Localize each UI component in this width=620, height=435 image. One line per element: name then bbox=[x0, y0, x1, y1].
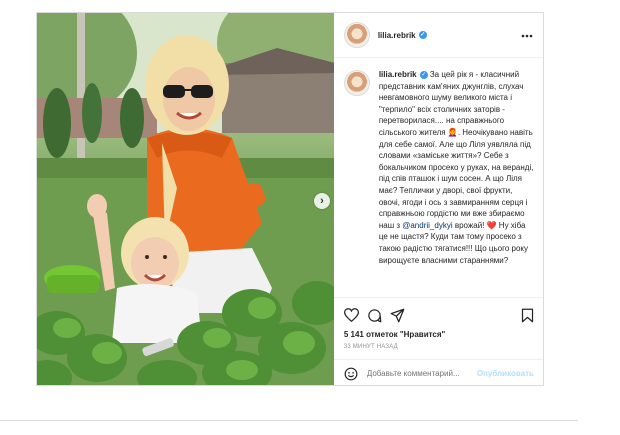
caption: lilia.rebrik ✓ За цей рік я - класичний п… bbox=[343, 69, 534, 266]
instagram-post: › lilia.rebrik ✓ lilia.rebrik ✓ За цей рік… bbox=[36, 12, 544, 386]
post-actions: 5 141 отметок "Нравится" 33 МИНУТ НАЗАД bbox=[333, 297, 543, 350]
avatar[interactable] bbox=[343, 22, 370, 48]
post-header: lilia.rebrik ✓ bbox=[333, 13, 543, 58]
publish-comment-button[interactable]: Опубликовать bbox=[477, 369, 534, 378]
more-options-icon[interactable] bbox=[521, 29, 533, 41]
smile-icon[interactable] bbox=[344, 367, 358, 381]
next-photo-arrow-icon[interactable]: › bbox=[314, 193, 330, 209]
post-side-panel: lilia.rebrik ✓ lilia.rebrik ✓ За цей рік я… bbox=[333, 13, 543, 385]
add-comment-bar: Опубликовать bbox=[333, 359, 543, 385]
caption-text: lilia.rebrik ✓ За цей рік я - класичний п… bbox=[379, 69, 534, 266]
comment-icon[interactable] bbox=[367, 308, 382, 323]
post-photo[interactable]: › bbox=[37, 13, 334, 385]
comment-input[interactable] bbox=[366, 369, 477, 378]
bookmark-icon[interactable] bbox=[521, 308, 534, 323]
comments-area[interactable]: lilia.rebrik ✓ За цей рік я - класичний п… bbox=[334, 59, 543, 297]
caption-mention-link[interactable]: @andrii_dykyi bbox=[402, 221, 452, 230]
caption-body-1: За цей рік я - класичний представник кам… bbox=[378, 70, 534, 230]
header-username-text[interactable]: lilia.rebrik bbox=[378, 31, 416, 40]
caption-body-2: врожай! bbox=[452, 220, 487, 230]
caption-avatar[interactable] bbox=[343, 70, 370, 96]
heart-emoji: ❤️ bbox=[486, 220, 497, 230]
verified-badge-icon: ✓ bbox=[418, 31, 427, 40]
header-username[interactable]: lilia.rebrik ✓ bbox=[378, 31, 427, 40]
page-divider bbox=[0, 420, 578, 421]
post-timestamp[interactable]: 33 МИНУТ НАЗАД bbox=[344, 344, 534, 350]
heart-icon[interactable] bbox=[343, 308, 359, 322]
photo-illustration bbox=[37, 13, 334, 385]
likes-count[interactable]: 5 141 отметок "Нравится" bbox=[344, 330, 534, 339]
share-icon[interactable] bbox=[390, 308, 405, 323]
caption-verified-badge-icon: ✓ bbox=[419, 70, 428, 79]
action-icons-row bbox=[343, 304, 534, 326]
caption-username[interactable]: lilia.rebrik bbox=[379, 70, 417, 79]
